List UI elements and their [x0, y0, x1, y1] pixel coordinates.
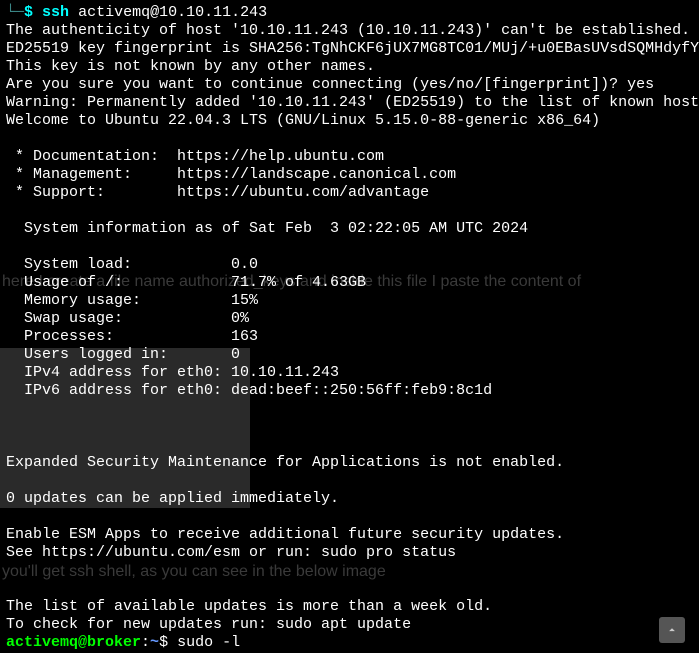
ssh-args: activemq@10.10.11.243 [78, 4, 267, 21]
ssh-command: ssh [42, 4, 69, 21]
sudo-command: sudo -l [177, 634, 240, 651]
prompt-shell-dollar: $ [159, 634, 168, 651]
output-line: ED25519 key fingerprint is SHA256:TgNhCK… [6, 40, 699, 57]
arrow-up-icon [665, 623, 679, 637]
output-line: Memory usage: 15% [6, 292, 258, 309]
output-line: Warning: Permanently added '10.10.11.243… [6, 94, 699, 111]
prompt-arrow: └─ [6, 4, 24, 21]
output-line: Users logged in: 0 [6, 346, 240, 363]
output-line: See https://ubuntu.com/esm or run: sudo … [6, 544, 456, 561]
output-line: Expanded Security Maintenance for Applic… [6, 454, 564, 471]
output-line: The list of available updates is more th… [6, 598, 492, 615]
output-line: System information as of Sat Feb 3 02:22… [6, 220, 528, 237]
prompt-colon: : [141, 634, 150, 651]
terminal-output[interactable]: └─$ ssh activemq@10.10.11.243 The authen… [6, 4, 693, 652]
output-line: The authenticity of host '10.10.11.243 (… [6, 22, 690, 39]
output-line: This key is not known by any other names… [6, 58, 375, 75]
output-line: Usage of /: 71.7% of 4.63GB [6, 274, 366, 291]
output-line: * Management: https://landscape.canonica… [6, 166, 456, 183]
output-line: * Documentation: https://help.ubuntu.com [6, 148, 384, 165]
prompt-path: ~ [150, 634, 159, 651]
output-line: To check for new updates run: sudo apt u… [6, 616, 411, 633]
prompt-dollar: $ [24, 4, 33, 21]
output-line: * Support: https://ubuntu.com/advantage [6, 184, 429, 201]
output-line: Are you sure you want to continue connec… [6, 76, 654, 93]
output-line: System load: 0.0 [6, 256, 258, 273]
output-line: Welcome to Ubuntu 22.04.3 LTS (GNU/Linux… [6, 112, 600, 129]
output-line: Swap usage: 0% [6, 310, 249, 327]
output-line: Processes: 163 [6, 328, 258, 345]
output-line: 0 updates can be applied immediately. [6, 490, 339, 507]
prompt-user-host: activemq@broker [6, 634, 141, 651]
output-line: IPv6 address for eth0: dead:beef::250:56… [6, 382, 492, 399]
output-line: Enable ESM Apps to receive additional fu… [6, 526, 564, 543]
scroll-to-top-button[interactable] [659, 617, 685, 643]
output-line: IPv4 address for eth0: 10.10.11.243 [6, 364, 339, 381]
